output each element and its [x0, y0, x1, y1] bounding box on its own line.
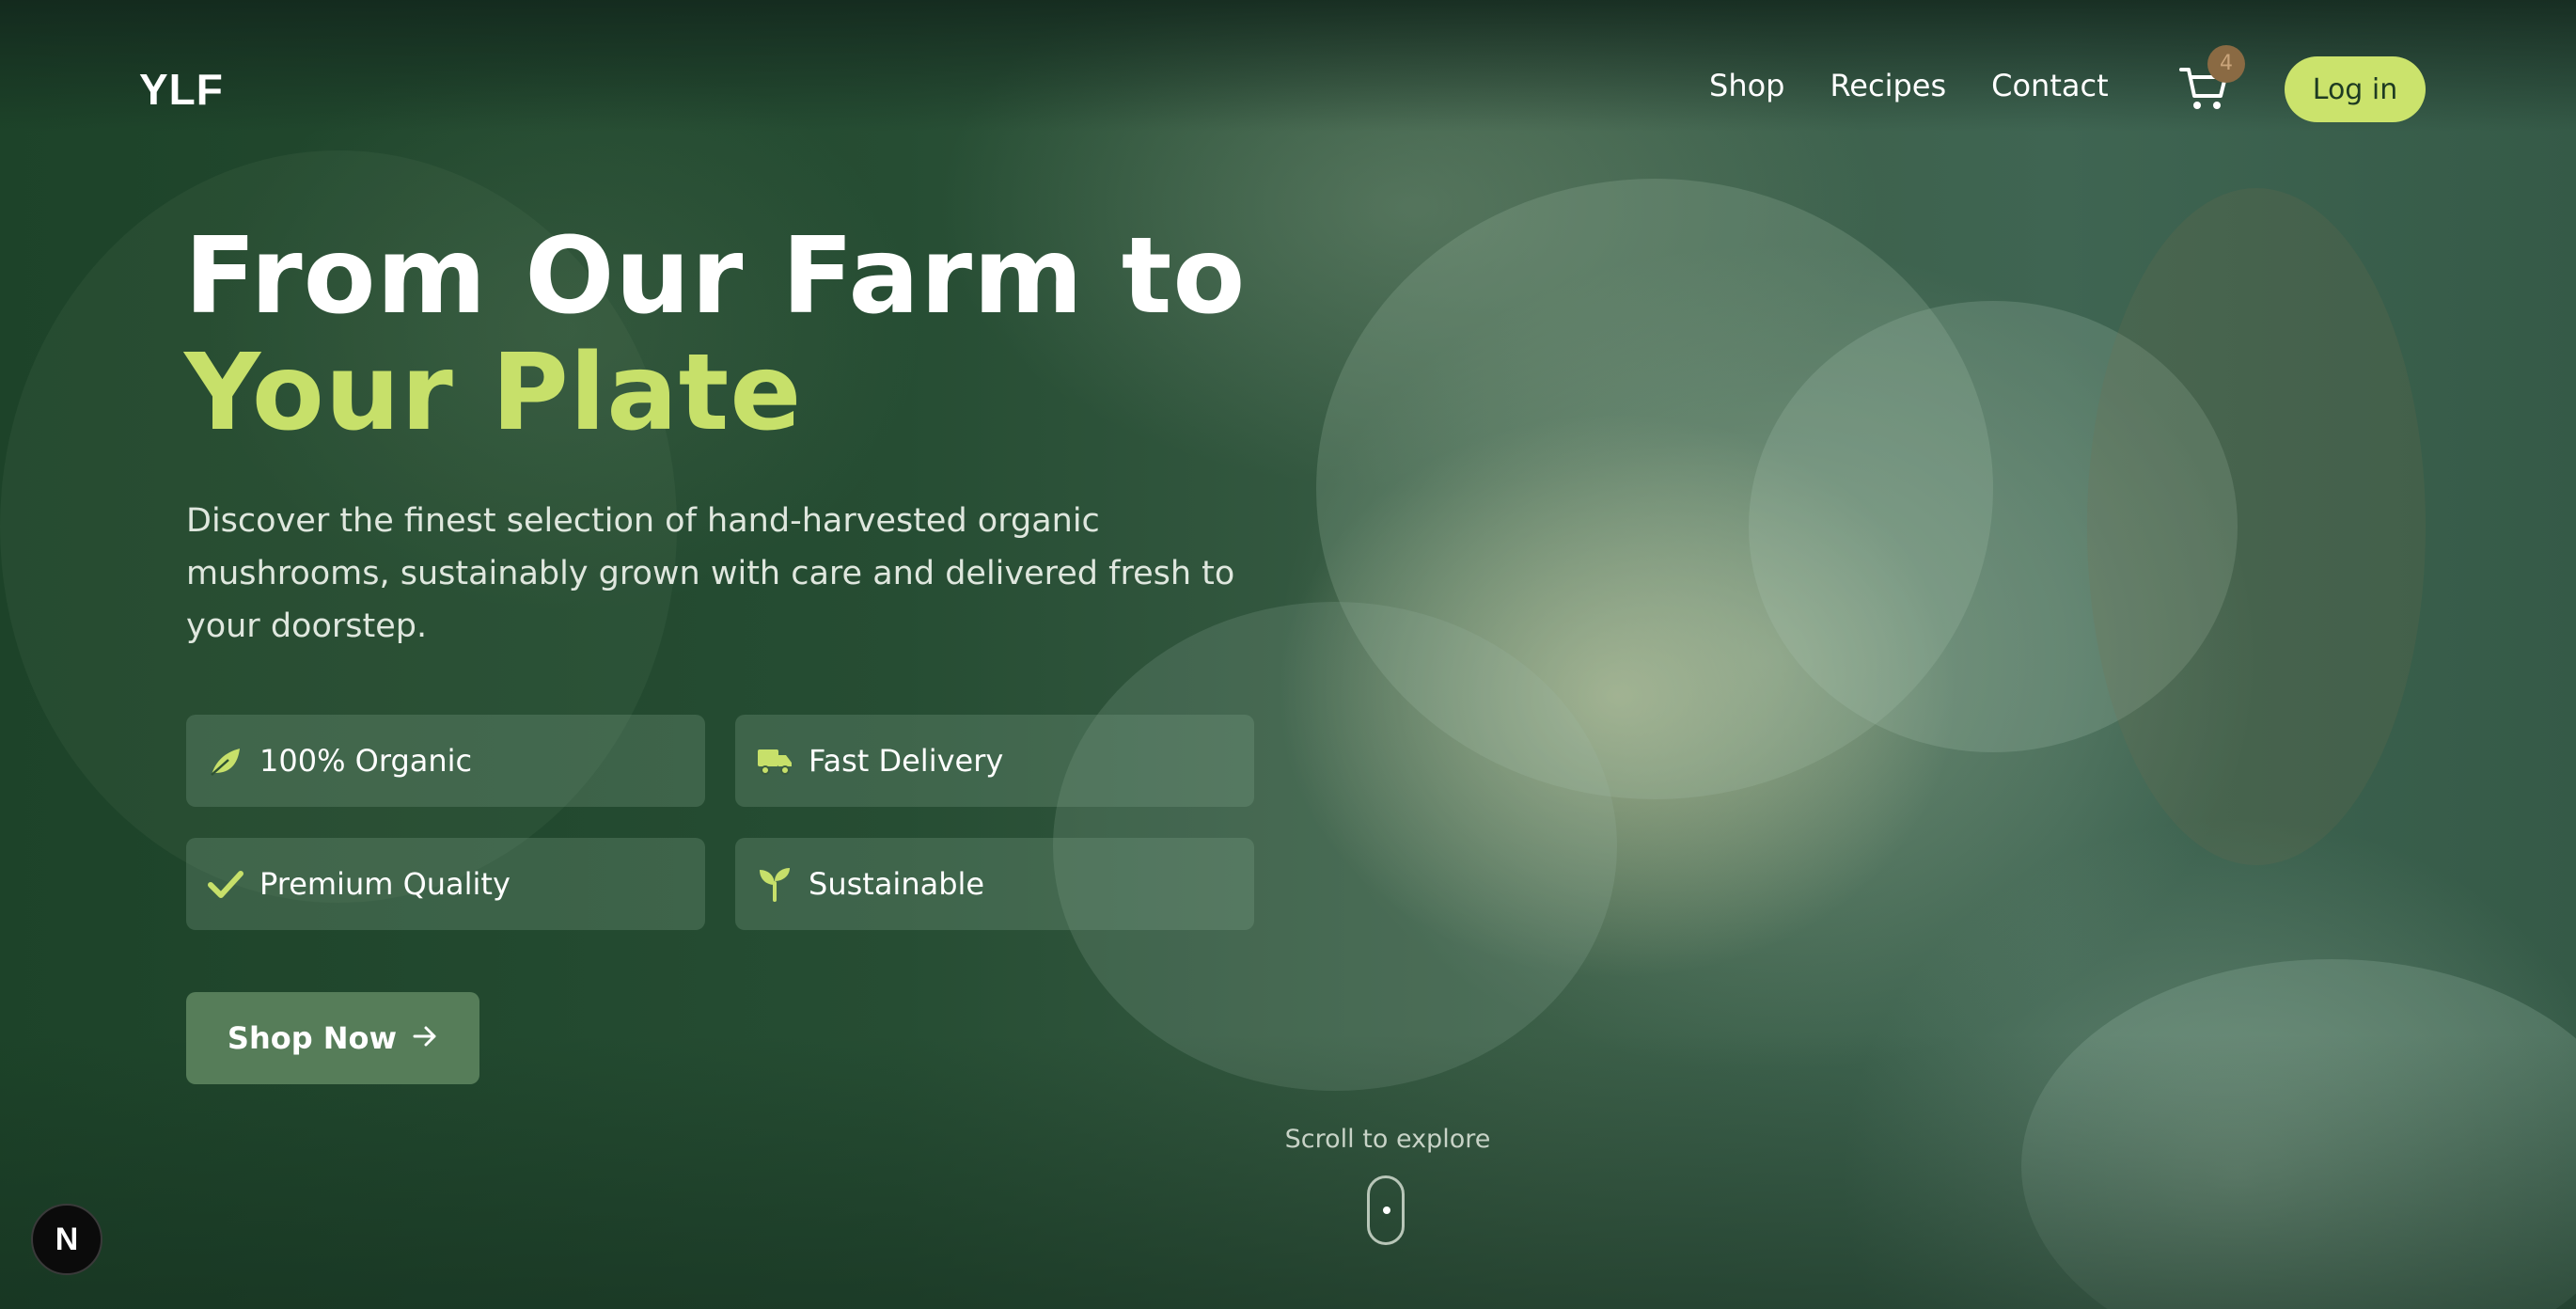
- feature-label: Premium Quality: [259, 866, 510, 902]
- feature-label: Fast Delivery: [809, 743, 1004, 779]
- leaf-icon: [207, 742, 244, 780]
- login-button[interactable]: Log in: [2285, 56, 2426, 122]
- arrow-right-icon: [412, 1025, 438, 1051]
- main-nav: Shop Recipes Contact: [1709, 68, 2109, 103]
- feature-label: Sustainable: [809, 866, 985, 902]
- feature-organic: 100% Organic: [186, 715, 705, 807]
- seedling-icon: [756, 865, 793, 903]
- feature-sustainable: Sustainable: [735, 838, 1254, 930]
- scroll-mouse-icon[interactable]: [1367, 1175, 1405, 1245]
- nav-link-contact[interactable]: Contact: [1991, 68, 2109, 103]
- hero-title-line-2: Your Plate: [184, 332, 803, 454]
- truck-icon: [756, 742, 793, 780]
- scroll-hint: Scroll to explore: [1284, 1125, 1491, 1154]
- site-logo[interactable]: YLF: [139, 64, 224, 115]
- shop-now-label: Shop Now: [227, 1020, 398, 1056]
- hero-description: Discover the finest selection of hand-ha…: [186, 502, 1235, 645]
- scroll-dot: [1383, 1206, 1390, 1214]
- nav-link-recipes[interactable]: Recipes: [1830, 68, 1946, 103]
- check-icon: [207, 865, 244, 903]
- hero-page: YLF Shop Recipes Contact 4 Log in From O…: [0, 0, 2576, 1309]
- feature-quality: Premium Quality: [186, 838, 705, 930]
- nav-link-shop[interactable]: Shop: [1709, 68, 1784, 103]
- shop-now-button[interactable]: Shop Now: [186, 992, 479, 1084]
- hero-title: From Our Farm to Your Plate: [184, 218, 1246, 451]
- dev-tools-badge[interactable]: N: [31, 1204, 102, 1275]
- hero-title-line-1: From Our Farm to: [184, 215, 1247, 338]
- feature-delivery: Fast Delivery: [735, 715, 1254, 807]
- cart-count-badge: 4: [2207, 45, 2245, 83]
- feature-label: 100% Organic: [259, 743, 473, 779]
